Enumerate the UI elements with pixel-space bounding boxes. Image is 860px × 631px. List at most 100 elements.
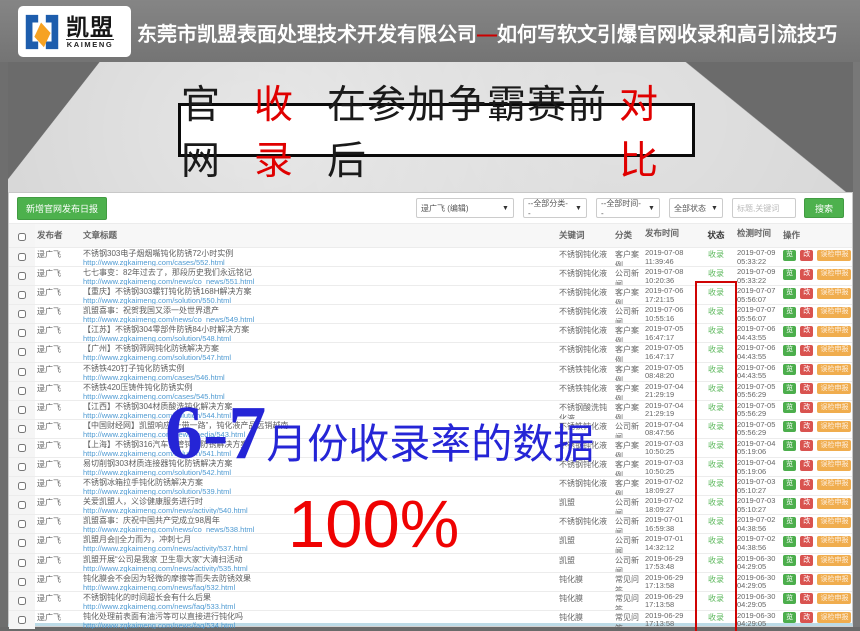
report-error-button[interactable]: 误检申报 [817,269,851,280]
report-error-button[interactable]: 误检申报 [817,536,851,547]
row-checkbox[interactable] [18,559,26,567]
view-button[interactable]: 览 [783,498,796,509]
row-article-url[interactable]: http://www.zgkaimeng.com/solution/539.ht… [83,487,555,495]
row-checkbox[interactable] [18,463,26,471]
edit-button[interactable]: 改 [800,555,813,566]
view-button[interactable]: 览 [783,593,796,604]
edit-button[interactable]: 改 [800,250,813,261]
row-checkbox[interactable] [18,253,26,261]
row-checkbox[interactable] [18,368,26,376]
row-article-url[interactable]: http://www.zgkaimeng.com/solution/541.ht… [83,449,555,457]
row-checkbox[interactable] [18,520,26,528]
edit-button[interactable]: 改 [800,612,813,623]
view-button[interactable]: 览 [783,250,796,261]
view-button[interactable]: 览 [783,440,796,451]
report-error-button[interactable]: 误检申报 [817,517,851,528]
row-checkbox[interactable] [18,597,26,605]
view-button[interactable]: 览 [783,307,796,318]
row-article-url[interactable]: http://www.zgkaimeng.com/news/faq/534.ht… [83,621,555,629]
edit-button[interactable]: 改 [800,288,813,299]
edit-button[interactable]: 改 [800,364,813,375]
report-error-button[interactable]: 误检申报 [817,326,851,337]
row-article-url[interactable]: http://www.zgkaimeng.com/cases/552.html [83,258,555,266]
status-filter-select[interactable]: 全部状态 ▼ [669,198,723,218]
report-error-button[interactable]: 误检申报 [817,574,851,585]
report-error-button[interactable]: 误检申报 [817,479,851,490]
row-article-url[interactable]: http://www.zgkaimeng.com/news/media/543.… [83,430,555,438]
report-error-button[interactable]: 误检申报 [817,250,851,261]
view-button[interactable]: 览 [783,479,796,490]
row-article-url[interactable]: http://www.zgkaimeng.com/solution/542.ht… [83,468,555,476]
search-button[interactable]: 搜索 [804,198,844,218]
edit-button[interactable]: 改 [800,517,813,528]
row-checkbox[interactable] [18,406,26,414]
report-error-button[interactable]: 误检申报 [817,288,851,299]
report-error-button[interactable]: 误检申报 [817,402,851,413]
row-checkbox[interactable] [18,348,26,356]
row-checkbox[interactable] [18,291,26,299]
report-error-button[interactable]: 误检申报 [817,440,851,451]
report-error-button[interactable]: 误检申报 [817,421,851,432]
report-error-button[interactable]: 误检申报 [817,498,851,509]
edit-button[interactable]: 改 [800,326,813,337]
edit-button[interactable]: 改 [800,479,813,490]
edit-button[interactable]: 改 [800,402,813,413]
report-error-button[interactable]: 误检申报 [817,460,851,471]
view-button[interactable]: 览 [783,288,796,299]
report-error-button[interactable]: 误检申报 [817,612,851,623]
edit-button[interactable]: 改 [800,574,813,585]
edit-button[interactable]: 改 [800,593,813,604]
edit-button[interactable]: 改 [800,345,813,356]
row-article-url[interactable]: http://www.zgkaimeng.com/solution/548.ht… [83,334,555,342]
row-article-url[interactable]: http://www.zgkaimeng.com/news/faq/533.ht… [83,602,555,610]
view-button[interactable]: 览 [783,517,796,528]
edit-button[interactable]: 改 [800,460,813,471]
row-article-url[interactable]: http://www.zgkaimeng.com/news/activity/5… [83,544,555,552]
row-article-url[interactable]: http://www.zgkaimeng.com/news/faq/532.ht… [83,583,555,591]
row-checkbox[interactable] [18,425,26,433]
edit-button[interactable]: 改 [800,383,813,394]
edit-button[interactable]: 改 [800,498,813,509]
view-button[interactable]: 览 [783,421,796,432]
view-button[interactable]: 览 [783,555,796,566]
view-button[interactable]: 览 [783,269,796,280]
row-article-url[interactable]: http://www.zgkaimeng.com/solution/544.ht… [83,411,555,419]
row-article-url[interactable]: http://www.zgkaimeng.com/cases/546.html [83,373,555,381]
row-checkbox[interactable] [18,387,26,395]
row-checkbox[interactable] [18,272,26,280]
row-article-url[interactable]: http://www.zgkaimeng.com/news/co_news/53… [83,525,555,533]
report-error-button[interactable]: 误检申报 [817,364,851,375]
row-checkbox[interactable] [18,329,26,337]
report-error-button[interactable]: 误检申报 [817,345,851,356]
row-checkbox[interactable] [18,578,26,586]
view-button[interactable]: 览 [783,574,796,585]
editor-filter-select[interactable]: 逯广飞 (编辑) ▼ [416,198,514,218]
edit-button[interactable]: 改 [800,307,813,318]
view-button[interactable]: 览 [783,536,796,547]
row-checkbox[interactable] [18,616,26,624]
view-button[interactable]: 览 [783,345,796,356]
edit-button[interactable]: 改 [800,536,813,547]
row-article-url[interactable]: http://www.zgkaimeng.com/solution/550.ht… [83,296,555,304]
row-checkbox[interactable] [18,444,26,452]
time-filter-select[interactable]: --全部时间-- ▼ [596,198,660,218]
view-button[interactable]: 览 [783,383,796,394]
row-article-url[interactable]: http://www.zgkaimeng.com/news/activity/5… [83,506,555,514]
row-checkbox[interactable] [18,482,26,490]
view-button[interactable]: 览 [783,612,796,623]
view-button[interactable]: 览 [783,326,796,337]
edit-button[interactable]: 改 [800,269,813,280]
row-article-url[interactable]: http://www.zgkaimeng.com/news/co_news/54… [83,315,555,323]
report-error-button[interactable]: 误检申报 [817,307,851,318]
row-checkbox[interactable] [18,501,26,509]
view-button[interactable]: 览 [783,402,796,413]
add-report-button[interactable]: 新增官网发布日报 [17,197,107,220]
row-article-url[interactable]: http://www.zgkaimeng.com/news/activity/5… [83,564,555,572]
report-error-button[interactable]: 误检申报 [817,383,851,394]
row-article-url[interactable]: http://www.zgkaimeng.com/cases/545.html [83,392,555,400]
report-error-button[interactable]: 误检申报 [817,555,851,566]
row-checkbox[interactable] [18,539,26,547]
view-button[interactable]: 览 [783,364,796,375]
report-error-button[interactable]: 误检申报 [817,593,851,604]
row-article-url[interactable]: http://www.zgkaimeng.com/news/co_news/55… [83,277,555,285]
